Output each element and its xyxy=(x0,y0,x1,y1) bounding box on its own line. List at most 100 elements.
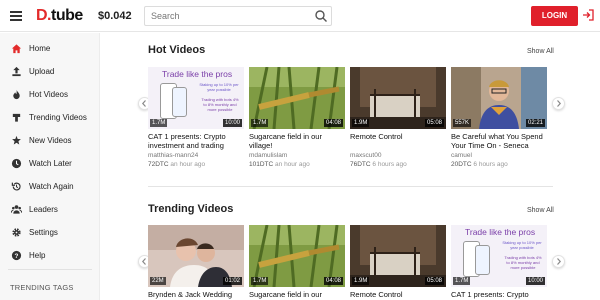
video-duration: 04:08 xyxy=(323,277,343,285)
sidebar-item-label: New Videos xyxy=(29,136,72,145)
logo[interactable]: D.tube xyxy=(36,7,83,25)
video-thumbnail[interactable]: 1.9M 05:08 xyxy=(350,225,446,287)
promo-line: Trading with bots 4% to 8% monthly and m… xyxy=(504,255,542,270)
video-card[interactable]: 22M 01:02 Brynden & Jack Wedding Teaser xyxy=(148,225,244,300)
sidebar-item-label: Home xyxy=(29,44,51,53)
sidebar-item-label: Watch Later xyxy=(29,159,72,168)
video-age: an hour ago xyxy=(170,161,206,168)
gear-icon xyxy=(12,228,21,237)
video-author[interactable]: matthias-mann24 xyxy=(148,152,244,159)
vote-count: 1.7M xyxy=(453,277,471,285)
sidebar-item-label: Help xyxy=(29,251,46,260)
carousel-next-button[interactable] xyxy=(552,97,565,110)
sidebar-item-hot-videos[interactable]: Hot Videos xyxy=(0,85,100,107)
chevron-right-icon xyxy=(557,258,562,265)
sidebar-divider xyxy=(8,269,92,270)
sidebar-item-help[interactable]: ? Help xyxy=(0,246,100,268)
video-title[interactable]: Sugarcane field in our village! xyxy=(249,132,345,150)
section-title-trending-videos: Trending Videos xyxy=(148,203,234,215)
video-thumbnail[interactable]: 1.9M 05:08 xyxy=(350,67,446,129)
video-title[interactable]: Remote Control xyxy=(350,290,446,300)
video-thumbnail[interactable]: 557K 02:21 xyxy=(451,67,547,129)
video-title[interactable]: CAT 1 presents: Crypto xyxy=(451,290,547,300)
promo-line: Trading with bots 4% to 8% monthly and m… xyxy=(201,97,239,112)
video-author[interactable]: camuel xyxy=(451,152,547,159)
sidebar-item-watch-again[interactable]: Watch Again xyxy=(0,177,100,199)
sidebar-item-settings[interactable]: Settings xyxy=(0,223,100,245)
video-author[interactable]: maxscut00 xyxy=(350,152,446,159)
video-duration: 05:08 xyxy=(424,277,444,285)
svg-text:?: ? xyxy=(15,253,19,260)
video-card[interactable]: 1.7M 04:08 Sugarcane field in our villag… xyxy=(249,67,345,168)
video-duration: 10:00 xyxy=(222,119,242,127)
promo-headline: Trade like the pros xyxy=(162,69,233,79)
phone-image xyxy=(172,87,187,117)
history-icon xyxy=(11,182,21,191)
video-card[interactable]: 1.9M 05:08 Remote Control maxscut00 76DT… xyxy=(350,67,446,168)
video-thumbnail[interactable]: 1.7M 04:08 xyxy=(249,67,345,129)
promo-headline: Trade like the pros xyxy=(465,227,536,237)
top-bar: D.tube $0.042 Search LOGIN xyxy=(0,0,600,32)
sidebar-item-home[interactable]: Home xyxy=(0,39,100,61)
login-button[interactable]: LOGIN xyxy=(531,6,578,26)
vote-count: 22M xyxy=(150,277,166,285)
video-card[interactable]: 1.9M 05:08 Remote Control xyxy=(350,225,446,300)
vote-count: 1.7M xyxy=(251,277,269,285)
sidebar-item-new-videos[interactable]: New Videos xyxy=(0,131,100,153)
section-title-hot-videos: Hot Videos xyxy=(148,44,206,56)
trending-icon xyxy=(12,113,21,122)
video-thumbnail[interactable]: 22M 01:02 xyxy=(148,225,244,287)
vote-count: 1.9M xyxy=(352,119,370,127)
video-title[interactable]: Remote Control xyxy=(350,132,446,150)
video-duration: 02:21 xyxy=(525,119,545,127)
show-all-trending-videos-link[interactable]: Show All xyxy=(527,207,554,214)
search-input[interactable]: Search xyxy=(144,6,332,26)
sidebar: Home Upload Hot Videos Trending Videos N… xyxy=(0,33,100,300)
video-card[interactable]: 1.7M 04:08 Sugarcane field in our villag… xyxy=(249,225,345,300)
video-duration: 01:02 xyxy=(222,277,242,285)
vote-count: 1.7M xyxy=(251,119,269,127)
sidebar-item-trending-videos[interactable]: Trending Videos xyxy=(0,108,100,130)
sidebar-item-label: Leaders xyxy=(29,205,58,214)
clock-icon xyxy=(11,158,22,169)
new-icon xyxy=(12,135,21,145)
login-icon[interactable] xyxy=(582,9,594,21)
flame-icon xyxy=(13,89,20,100)
sidebar-item-label: Settings xyxy=(29,228,58,237)
video-thumbnail[interactable]: 1.7M 04:08 xyxy=(249,225,345,287)
video-value: 76DTC xyxy=(350,161,371,168)
sidebar-item-upload[interactable]: Upload xyxy=(0,62,100,84)
video-thumbnail[interactable]: Trade like the pros Staking up to 10% pe… xyxy=(148,67,244,129)
video-title[interactable]: CAT 1 presents: Crypto investment and tr… xyxy=(148,132,244,150)
vote-count: 1.9M xyxy=(352,277,370,285)
sidebar-item-watch-later[interactable]: Watch Later xyxy=(0,154,100,176)
balance: $0.042 xyxy=(98,10,132,22)
video-duration: 05:08 xyxy=(424,119,444,127)
video-meta: 76DTC 6 hours ago xyxy=(350,161,446,168)
search-icon[interactable] xyxy=(314,9,328,23)
video-card[interactable]: Trade like the pros Staking up to 10% pe… xyxy=(451,225,547,300)
video-card[interactable]: 557K 02:21 Be Careful what You Spend You… xyxy=(451,67,547,168)
video-age: an hour ago xyxy=(275,161,310,168)
video-title[interactable]: Brynden & Jack Wedding Teaser xyxy=(148,290,244,300)
vote-count: 1.7M xyxy=(150,119,168,127)
menu-icon[interactable] xyxy=(10,11,22,21)
video-meta: 101DTC an hour ago xyxy=(249,161,345,168)
video-age: 6 hours ago xyxy=(372,161,407,168)
video-author[interactable]: mdamulislam xyxy=(249,152,345,159)
promo-line: Staking up to 10% per year possible xyxy=(502,240,542,250)
home-icon xyxy=(11,44,22,54)
video-title[interactable]: Sugarcane field in our village! xyxy=(249,290,345,300)
video-card[interactable]: Trade like the pros Staking up to 10% pe… xyxy=(148,67,244,168)
show-all-hot-videos-link[interactable]: Show All xyxy=(527,48,554,55)
video-age: 6 hours ago xyxy=(473,161,508,168)
vote-count: 557K xyxy=(453,119,472,127)
video-thumbnail[interactable]: Trade like the pros Staking up to 10% pe… xyxy=(451,225,547,287)
trending-tags-heading: TRENDING TAGS xyxy=(10,283,74,292)
video-duration: 04:08 xyxy=(323,119,343,127)
sidebar-item-leaders[interactable]: Leaders xyxy=(0,200,100,222)
users-icon xyxy=(11,205,22,214)
video-title[interactable]: Be Careful what You Spend Your Time On -… xyxy=(451,132,547,150)
sidebar-item-label: Watch Again xyxy=(29,182,74,191)
carousel-next-button[interactable] xyxy=(552,255,565,268)
